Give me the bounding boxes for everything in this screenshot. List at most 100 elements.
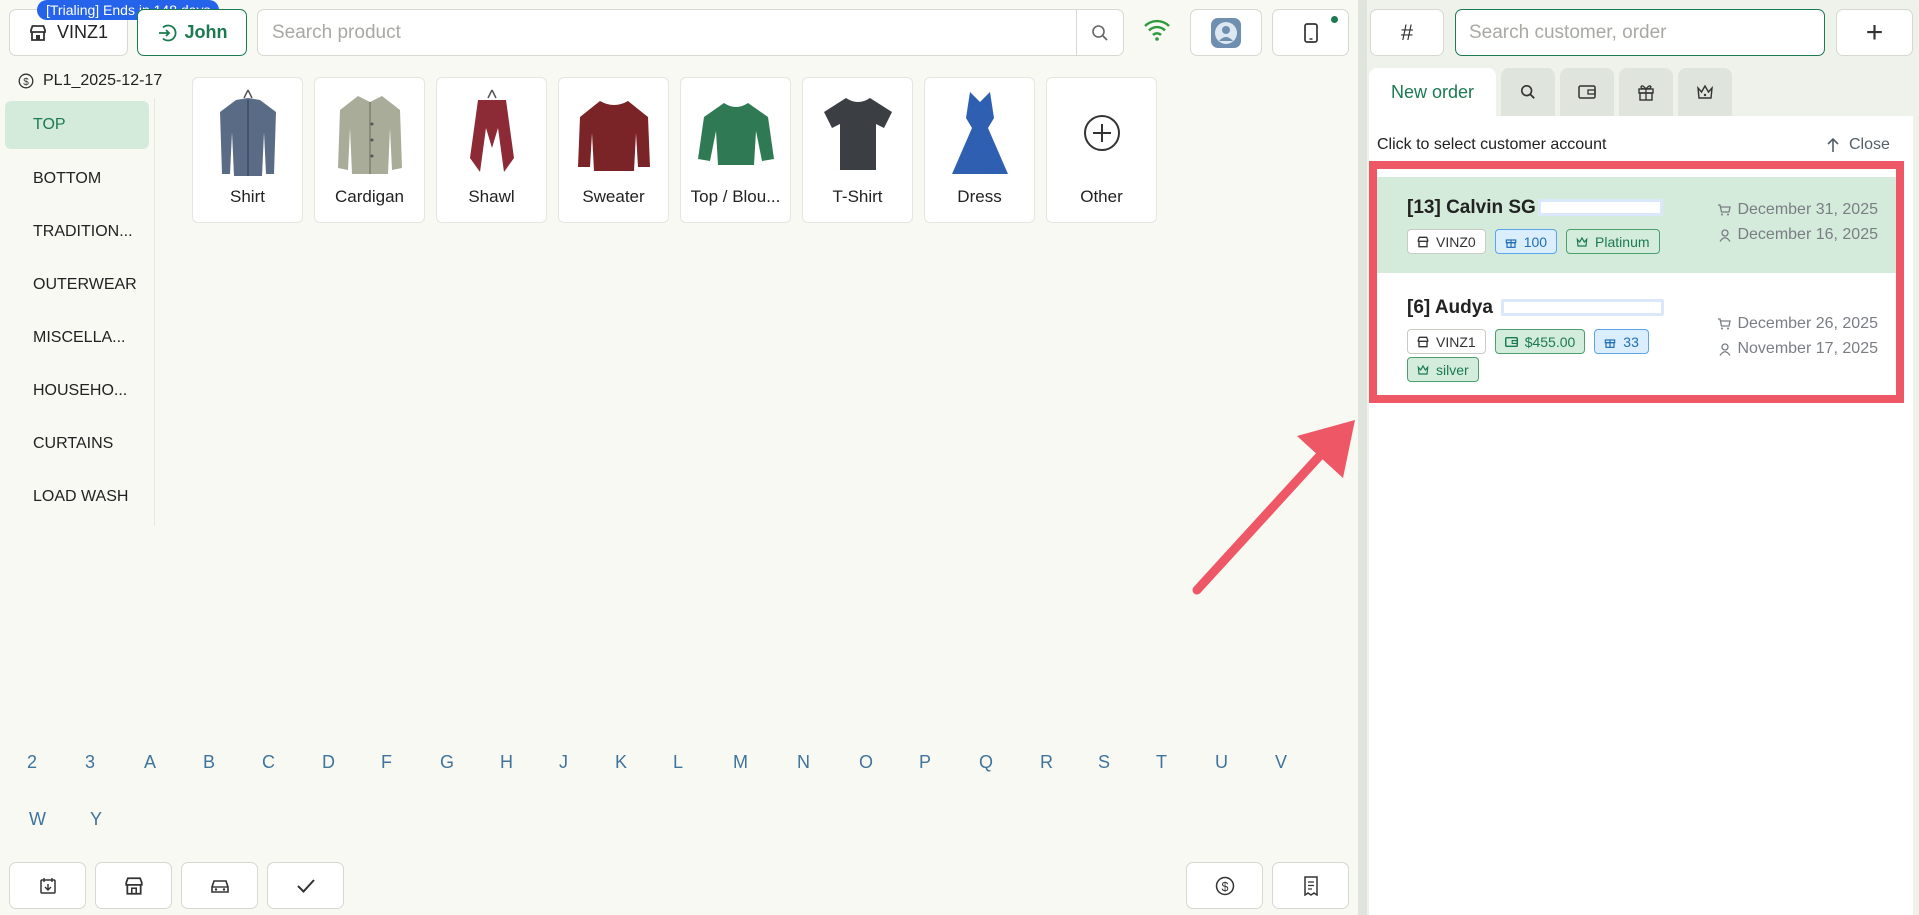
category-item[interactable]: CURTAINS xyxy=(0,417,154,470)
product-search xyxy=(257,9,1124,56)
product-tshirt[interactable]: T-Shirt xyxy=(802,77,913,223)
avatar-button[interactable] xyxy=(1190,9,1262,56)
dollar-icon: $ xyxy=(18,73,34,89)
alphabet-letter[interactable]: U xyxy=(1215,752,1228,773)
category-item[interactable]: BOTTOM xyxy=(0,152,154,205)
alphabet-letter[interactable]: A xyxy=(144,752,156,773)
category-label: OUTERWEAR xyxy=(33,275,137,293)
alphabet-letter[interactable]: M xyxy=(733,752,748,773)
wifi-icon xyxy=(1143,18,1171,42)
category-label: CURTAINS xyxy=(33,434,114,452)
product-search-input[interactable] xyxy=(258,10,1076,55)
alphabet-letter[interactable]: N xyxy=(797,752,810,773)
dress-image xyxy=(950,85,1010,181)
crown-icon xyxy=(1696,84,1714,100)
category-item[interactable]: TOP xyxy=(5,101,149,149)
calendar-button[interactable] xyxy=(9,862,86,909)
category-label: LOAD WASH xyxy=(33,487,129,505)
category-item[interactable]: LOAD WASH xyxy=(0,470,154,523)
tab-wallet[interactable] xyxy=(1560,68,1614,116)
product-label: Shawl xyxy=(468,187,515,206)
online-status-dot xyxy=(1331,16,1338,23)
search-button[interactable] xyxy=(1076,10,1123,55)
sweater-image xyxy=(574,85,654,181)
annotation-arrow-icon xyxy=(1185,412,1360,597)
product-cardigan[interactable]: Cardigan xyxy=(314,77,425,223)
gift-icon xyxy=(1637,83,1655,101)
order-number-button[interactable]: # xyxy=(1370,9,1444,56)
arrow-up-icon xyxy=(1826,137,1840,153)
alphabet-letter[interactable]: C xyxy=(262,752,275,773)
device-button[interactable] xyxy=(1272,9,1349,56)
category-label: HOUSEHO... xyxy=(33,381,128,399)
alphabet-letter[interactable]: 3 xyxy=(85,752,95,773)
payment-button[interactable]: $ xyxy=(1186,862,1263,909)
shawl-image xyxy=(464,85,520,181)
receipt-button[interactable] xyxy=(1272,862,1349,909)
dollar-icon: $ xyxy=(1215,876,1235,896)
product-label: Other xyxy=(1080,187,1123,206)
delivery-button[interactable] xyxy=(181,862,258,909)
confirm-button[interactable] xyxy=(267,862,344,909)
category-item[interactable]: TRADITION... xyxy=(0,205,154,258)
product-other[interactable]: Other xyxy=(1046,77,1157,223)
tab-new-order[interactable]: New order xyxy=(1369,68,1496,116)
store-label: VINZ1 xyxy=(56,22,108,42)
shirt-image xyxy=(216,85,280,181)
product-grid: Shirt Cardigan Shawl Sweater Top / Blou.… xyxy=(192,77,1157,223)
alphabet-letter[interactable]: W xyxy=(29,809,46,830)
customer-search-input[interactable] xyxy=(1455,9,1825,56)
alphabet-letter[interactable]: Y xyxy=(90,809,102,830)
alphabet-letter[interactable]: F xyxy=(381,752,392,773)
category-label: TOP xyxy=(33,116,66,133)
user-label: John xyxy=(184,22,228,42)
store-pickup-button[interactable] xyxy=(95,862,172,909)
alphabet-letter[interactable]: 2 xyxy=(27,752,37,773)
alphabet-letter[interactable]: T xyxy=(1156,752,1167,773)
store-icon xyxy=(124,876,144,896)
avatar xyxy=(1210,17,1242,49)
login-icon xyxy=(157,23,177,43)
alphabet-letter[interactable]: S xyxy=(1098,752,1110,773)
product-label: Sweater xyxy=(582,187,645,206)
select-customer-hint: Click to select customer account xyxy=(1377,136,1607,153)
alphabet-letter[interactable]: G xyxy=(440,752,454,773)
tab-gift[interactable] xyxy=(1619,68,1673,116)
product-top-blouse[interactable]: Top / Blou... xyxy=(680,77,791,223)
highlight-box xyxy=(1369,161,1904,403)
close-button[interactable]: Close xyxy=(1826,136,1890,154)
category-item[interactable]: OUTERWEAR xyxy=(0,258,154,311)
alphabet-letter[interactable]: B xyxy=(203,752,215,773)
tab-search[interactable] xyxy=(1501,68,1555,116)
add-customer-button[interactable]: + xyxy=(1836,9,1913,56)
search-icon xyxy=(1091,24,1109,42)
product-shirt[interactable]: Shirt xyxy=(192,77,303,223)
product-label: Cardigan xyxy=(335,187,404,206)
product-label: Top / Blou... xyxy=(690,187,781,206)
plus-icon: + xyxy=(1865,15,1884,49)
alphabet-letter[interactable]: K xyxy=(615,752,627,773)
category-list: TOP BOTTOM TRADITION... OUTERWEAR MISCEL… xyxy=(0,98,155,526)
pricelist-label: PL1_2025-12-17 xyxy=(43,72,163,89)
user-button[interactable]: John xyxy=(137,9,247,56)
product-sweater[interactable]: Sweater xyxy=(558,77,669,223)
tablet-icon xyxy=(1303,22,1319,43)
alphabet-letter[interactable]: R xyxy=(1040,752,1053,773)
svg-text:$: $ xyxy=(23,77,29,88)
alphabet-letter[interactable]: L xyxy=(673,752,683,773)
close-label: Close xyxy=(1849,136,1890,153)
tab-membership[interactable] xyxy=(1678,68,1732,116)
alphabet-letter[interactable]: D xyxy=(322,752,335,773)
alphabet-letter[interactable]: H xyxy=(500,752,513,773)
alphabet-letter[interactable]: V xyxy=(1275,752,1287,773)
category-item[interactable]: HOUSEHO... xyxy=(0,364,154,417)
alphabet-letter[interactable]: O xyxy=(859,752,873,773)
store-icon xyxy=(29,24,47,42)
alphabet-letter[interactable]: Q xyxy=(979,752,993,773)
product-dress[interactable]: Dress xyxy=(924,77,1035,223)
alphabet-letter[interactable]: P xyxy=(919,752,931,773)
alphabet-letter[interactable]: J xyxy=(559,752,568,773)
product-shawl[interactable]: Shawl xyxy=(436,77,547,223)
category-item[interactable]: MISCELLA... xyxy=(0,311,154,364)
pricelist[interactable]: $ PL1_2025-12-17 xyxy=(18,72,162,90)
